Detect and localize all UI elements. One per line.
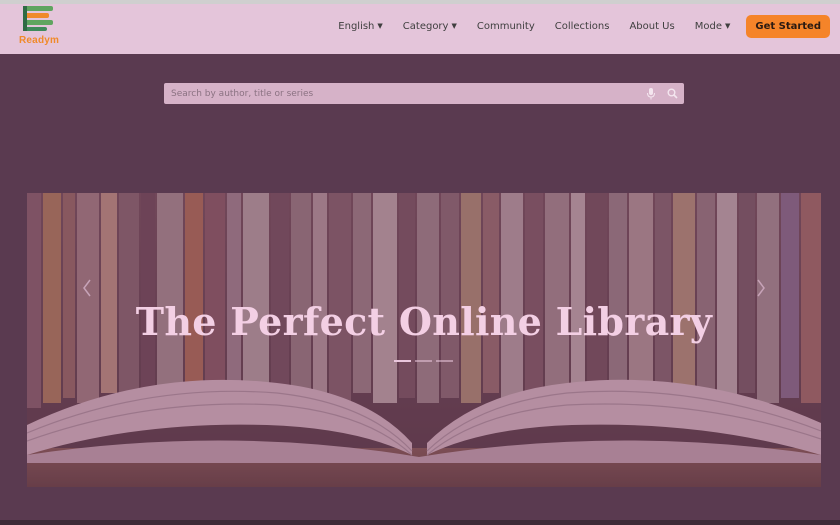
nav-item-mode[interactable]: Mode ▼ [685,21,741,32]
navbar: Readym English ▼ Category ▼ Community Co… [0,4,840,54]
nav-item-about-us[interactable]: About Us [619,21,684,32]
nav-item-label: Community [476,20,535,32]
caret-down-icon: ▼ [451,22,457,30]
hero-carousel: The Perfect Online Library [27,193,821,487]
carousel-indicator[interactable] [436,360,453,362]
carousel-indicator[interactable] [394,360,411,362]
nav-item-label: English [338,20,375,32]
nav-item-language[interactable]: English ▼ [328,21,393,32]
nav-item-collections[interactable]: Collections [545,21,620,32]
nav-item-label: Mode [694,20,722,32]
chevron-left-icon[interactable] [79,277,95,299]
mic-icon[interactable] [646,88,656,100]
carousel-indicator[interactable] [415,360,432,362]
bottom-strip [0,520,840,525]
search-bar [164,83,684,104]
get-started-button[interactable]: Get Started [746,14,830,38]
hero-title: The Perfect Online Library [135,299,713,344]
carousel-indicators [394,360,453,362]
nav-menu: English ▼ Category ▼ Community Collectio… [328,13,830,39]
caret-down-icon: ▼ [377,22,383,30]
nav-item-category[interactable]: Category ▼ [393,21,467,32]
nav-item-label: About Us [629,20,675,32]
caret-down-icon: ▼ [724,22,731,30]
nav-item-label: Category [402,20,449,32]
search-icon[interactable] [667,88,678,99]
chevron-right-icon[interactable] [753,277,769,299]
brand-name[interactable]: Readym [19,35,59,46]
nav-item-label: Collections [554,20,610,32]
nav-item-community[interactable]: Community [467,21,545,32]
search-input[interactable] [164,83,634,104]
